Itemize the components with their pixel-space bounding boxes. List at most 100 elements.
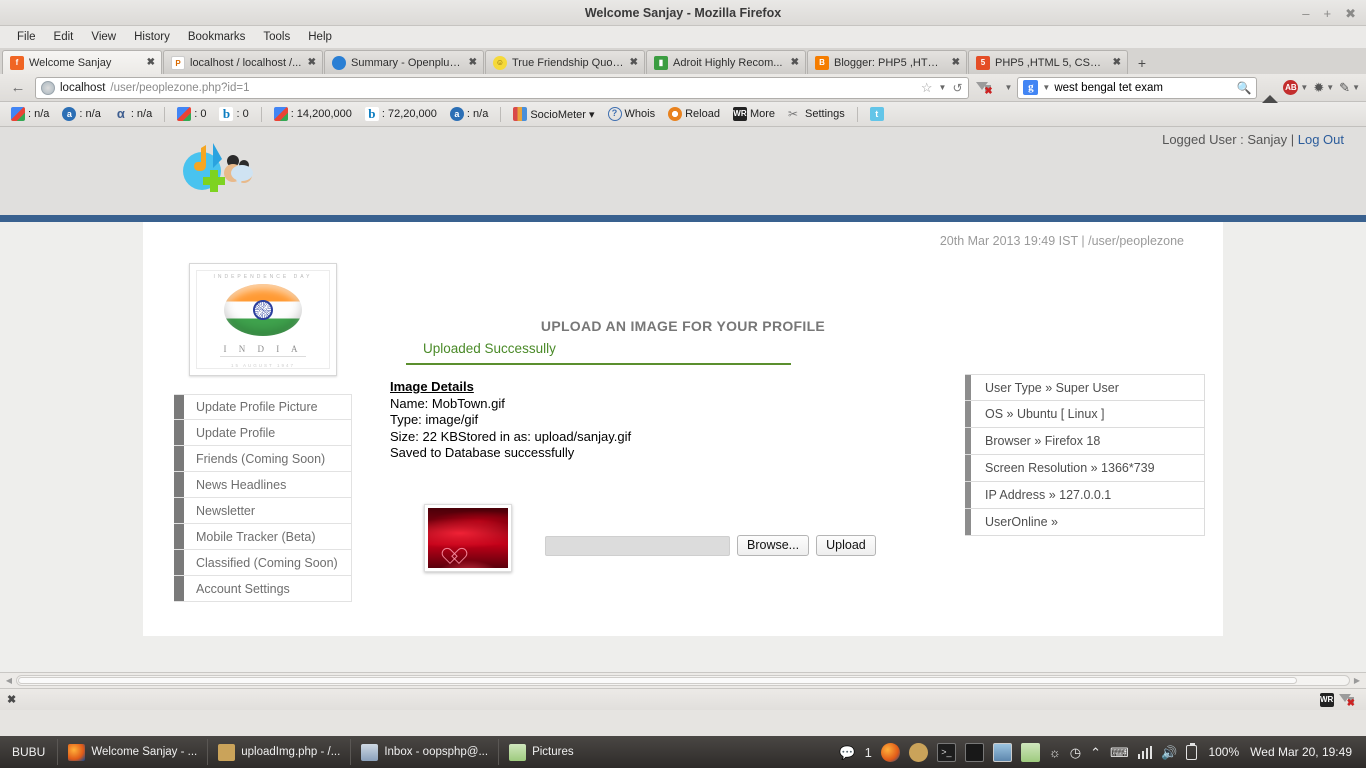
photo-viewer-icon[interactable]	[992, 742, 1012, 762]
close-icon[interactable]: ✖	[1345, 7, 1356, 20]
back-icon[interactable]: ←	[6, 77, 30, 99]
seo-whois-button[interactable]: ? Whois	[603, 107, 661, 121]
downloads-button[interactable]: ✖	[974, 82, 1000, 97]
tab-localhost[interactable]: P localhost / localhost /... ✖	[163, 50, 323, 74]
battery-icon[interactable]	[1186, 742, 1198, 760]
chevron-down-icon[interactable]: ▼	[1352, 83, 1360, 92]
tab-close-icon[interactable]: ✖	[791, 57, 799, 68]
image-size: Size: 22 KBStored in as: upload/sanjay.g…	[390, 428, 632, 444]
seo-more-button[interactable]: WR More	[728, 107, 780, 121]
seo-reload-button[interactable]: Reload	[663, 107, 725, 121]
horizontal-scrollbar[interactable]: ◀ ▶	[0, 672, 1366, 688]
menu-tools[interactable]: Tools	[254, 29, 299, 45]
taskbar-clock[interactable]: Wed Mar 20, 19:49	[1248, 745, 1352, 759]
menu-edit[interactable]: Edit	[45, 29, 83, 45]
alexa-icon: a	[62, 107, 77, 121]
menu-help[interactable]: Help	[299, 29, 341, 45]
seo-bing-results[interactable]: b : 72,20,000	[360, 107, 442, 121]
seo-twitter-button[interactable]: t	[865, 107, 889, 121]
sidebar-item-newsletter[interactable]: Newsletter	[174, 498, 352, 524]
logout-link[interactable]: Log Out	[1298, 132, 1344, 147]
seo-alexa[interactable]: a : n/a	[57, 107, 105, 121]
search-bar[interactable]: g ▼ west bengal tet exam 🔍	[1017, 76, 1258, 99]
sidebar-item-classified[interactable]: Classified (Coming Soon)	[174, 550, 352, 576]
colorpicker-button[interactable]: ✎ ▼	[1339, 80, 1360, 96]
tab-close-icon[interactable]: ✖	[952, 57, 960, 68]
more-icon[interactable]: WR	[1319, 692, 1334, 707]
chevron-down-icon[interactable]: ▼	[1326, 83, 1334, 92]
tab-close-icon[interactable]: ✖	[308, 57, 316, 68]
chevron-down-icon[interactable]: ▼	[939, 83, 947, 92]
volume-icon[interactable]: 🔊	[1161, 746, 1177, 759]
search-icon[interactable]: 🔍	[1236, 81, 1251, 95]
seo-settings-button[interactable]: ✂ Settings	[783, 107, 850, 121]
status-close-icon[interactable]: ✖	[7, 693, 16, 706]
gimp-tray-icon[interactable]	[908, 742, 928, 762]
tab-close-icon[interactable]: ✖	[147, 57, 155, 68]
menu-bookmarks[interactable]: Bookmarks	[179, 29, 255, 45]
scrollbar-track[interactable]	[16, 675, 1350, 686]
taskbar-item-uploadimg[interactable]: uploadImg.php - /...	[207, 739, 350, 765]
brightness-icon[interactable]: ☼	[1049, 746, 1061, 759]
sidebar-item-update-profile-picture[interactable]: Update Profile Picture	[174, 394, 352, 420]
sidebar-item-update-profile[interactable]: Update Profile	[174, 420, 352, 446]
adblock-button[interactable]: AB ▼	[1283, 80, 1308, 95]
firebug-button[interactable]: ✹ ▼	[1313, 80, 1334, 96]
sidebar-item-mobile-tracker[interactable]: Mobile Tracker (Beta)	[174, 524, 352, 550]
search-input-value[interactable]: west bengal tet exam	[1054, 82, 1163, 94]
menu-history[interactable]: History	[125, 29, 179, 45]
signal-icon[interactable]	[1137, 745, 1153, 759]
taskbar-item-inbox[interactable]: Inbox - oopsphp@...	[350, 739, 498, 765]
messages-icon[interactable]: 💬	[839, 746, 855, 759]
terminal-icon[interactable]: >_	[936, 742, 956, 762]
sidebar-item-label: Classified (Coming Soon)	[196, 555, 338, 570]
menu-file[interactable]: File	[8, 29, 45, 45]
tab-summary-openplus[interactable]: Summary - Openplus... ✖	[324, 50, 484, 74]
seo-google-results[interactable]: : 14,200,000	[269, 107, 357, 121]
scroll-right-icon[interactable]: ▶	[1350, 676, 1364, 685]
home-button[interactable]	[1262, 80, 1279, 103]
download-arrow-icon[interactable]: ✖	[1338, 694, 1359, 709]
maximize-icon[interactable]: +	[1324, 7, 1332, 20]
firefox-tray-icon[interactable]	[880, 742, 900, 762]
url-bar[interactable]: localhost/user/peoplezone.php?id=1 ☆ ▼ ↺	[35, 76, 969, 99]
clock-icon[interactable]: ◷	[1070, 746, 1081, 759]
seo-google-pagerank[interactable]: : n/a	[6, 107, 54, 121]
sidebar-item-friends[interactable]: Friends (Coming Soon)	[174, 446, 352, 472]
new-tab-button[interactable]: +	[1129, 52, 1155, 74]
tab-true-friendship-quotes[interactable]: ☺ True Friendship Quot... ✖	[485, 50, 645, 74]
downloads-chevron-icon[interactable]: ▼	[1005, 83, 1013, 92]
taskbar-item-firefox[interactable]: Welcome Sanjay - ...	[57, 739, 207, 765]
tab-php5-html5-css[interactable]: 5 PHP5 ,HTML 5, CSS,A... ✖	[968, 50, 1128, 74]
tab-blogger[interactable]: B Blogger: PHP5 ,HTML... ✖	[807, 50, 967, 74]
minimize-icon[interactable]: –	[1302, 7, 1309, 20]
seo-alexa-rank[interactable]: a : n/a	[445, 107, 493, 121]
system-monitor-icon[interactable]	[964, 742, 984, 762]
chevron-down-icon[interactable]: ▼	[1300, 83, 1308, 92]
chevron-up-icon[interactable]: ⌃	[1090, 746, 1101, 759]
seo-alpha[interactable]: α : n/a	[109, 107, 157, 121]
upload-button[interactable]: Upload	[816, 535, 876, 556]
taskbar-item-pictures[interactable]: Pictures	[498, 739, 584, 765]
menu-view[interactable]: View	[82, 29, 125, 45]
browse-button[interactable]: Browse...	[737, 535, 810, 556]
tab-close-icon[interactable]: ✖	[1113, 57, 1121, 68]
scroll-left-icon[interactable]: ◀	[2, 676, 16, 685]
reload-icon[interactable]: ↺	[952, 81, 962, 95]
seo-sociometer-button[interactable]: SocioMeter ▾	[508, 107, 599, 121]
sidebar-item-account-settings[interactable]: Account Settings	[174, 576, 352, 602]
folder-tray-icon[interactable]	[1020, 742, 1040, 762]
file-input[interactable]	[545, 535, 730, 556]
bookmark-star-icon[interactable]: ☆	[921, 80, 933, 96]
tab-welcome-sanjay[interactable]: f Welcome Sanjay ✖	[2, 50, 162, 74]
seo-bing-index[interactable]: b : 0	[214, 107, 253, 121]
seo-google-index[interactable]: : 0	[172, 107, 211, 121]
keyboard-layout-icon[interactable]: ⌨	[1110, 746, 1129, 759]
tab-close-icon[interactable]: ✖	[469, 57, 477, 68]
sidebar-item-news-headlines[interactable]: News Headlines	[174, 472, 352, 498]
navigation-toolbar: ← localhost/user/peoplezone.php?id=1 ☆ ▼…	[0, 74, 1366, 103]
search-engine-chevron-icon[interactable]: ▼	[1042, 83, 1050, 92]
tab-close-icon[interactable]: ✖	[630, 57, 638, 68]
tab-adroit[interactable]: ▮ Adroit Highly Recom... ✖	[646, 50, 806, 74]
scrollbar-thumb[interactable]	[18, 677, 1297, 684]
